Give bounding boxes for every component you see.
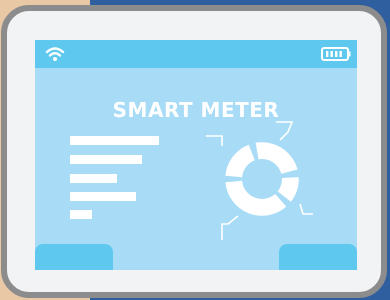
bar-3 [70, 174, 117, 183]
meter-screen: SMART METER [35, 40, 357, 270]
wifi-icon [45, 46, 65, 62]
screen-tab-left [35, 244, 113, 270]
bar-5 [70, 210, 92, 219]
screen-tab-right [279, 244, 357, 270]
status-bar [35, 40, 357, 68]
bar-1 [70, 136, 159, 145]
donut-chart-icon [200, 118, 320, 248]
bar-2 [70, 155, 142, 164]
bar-4 [70, 192, 136, 201]
battery-icon [321, 47, 351, 61]
